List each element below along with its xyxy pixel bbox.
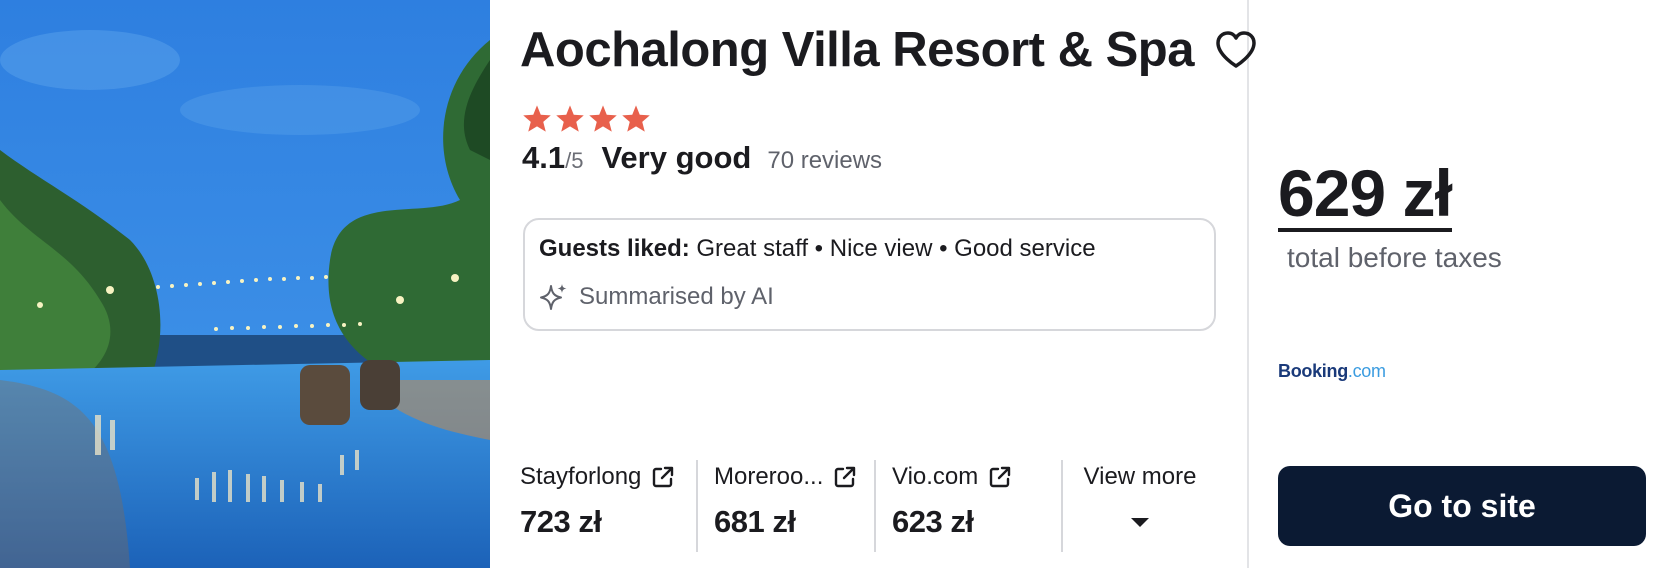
star-icon: [523, 105, 551, 132]
provider-name-row: Vio.com: [892, 460, 1045, 494]
star-icon: [556, 105, 584, 132]
booking-com-logo: Booking.com: [1278, 361, 1386, 382]
total-price-note: total before taxes: [1287, 242, 1502, 273]
go-to-site-button[interactable]: Go to site: [1278, 466, 1646, 546]
hotel-info: Aochalong Villa Resort & Spa 4.1 /5 Very…: [490, 0, 1256, 568]
guest-summary-box: Guests liked: Great staff • Nice view • …: [523, 218, 1216, 331]
provider-name-row: Moreroo...: [714, 460, 858, 494]
provider-name: Stayforlong: [520, 463, 642, 490]
external-link-icon: [653, 466, 674, 488]
external-link-icon: [835, 466, 856, 488]
provider-price: 623 zł: [892, 504, 974, 539]
star-icon: [589, 105, 617, 132]
caret-down-icon: [1131, 518, 1149, 527]
review-count-link[interactable]: 70 reviews: [767, 147, 882, 175]
logo-text-b: .com: [1347, 361, 1386, 381]
total-price[interactable]: 629 zł: [1278, 158, 1453, 232]
view-more-label: View more: [1083, 463, 1197, 490]
view-more-button[interactable]: View more: [1061, 460, 1201, 552]
logo-text-a: Booking: [1278, 361, 1348, 381]
provider-moreroom[interactable]: Moreroo... 681 zł: [696, 460, 874, 552]
guests-liked: Guests liked: Great staff • Nice view • …: [539, 235, 1096, 263]
rating-label: Very good: [601, 140, 752, 175]
provider-name: Vio.com: [892, 463, 979, 490]
provider-name: Moreroo...: [714, 463, 824, 490]
ai-summary-label: Summarised by AI: [579, 283, 774, 310]
review-score: 4.1: [522, 140, 566, 175]
title-row: Aochalong Villa Resort & Spa: [520, 22, 1258, 78]
hotel-photo-image: [0, 0, 490, 568]
rating-row: 4.1 /5 Very good 70 reviews: [522, 140, 882, 176]
provider-vio[interactable]: Vio.com 623 zł: [874, 460, 1061, 552]
price-panel: 629 zł total before taxes Booking.com Go…: [1251, 0, 1656, 568]
provider-price: 681 zł: [714, 504, 796, 539]
hotel-name[interactable]: Aochalong Villa Resort & Spa: [520, 22, 1194, 78]
provider-list: Stayforlong 723 zł Moreroo... 681 zł Vio…: [520, 460, 1201, 552]
sparkle-icon: [540, 284, 567, 310]
provider-stayforlong[interactable]: Stayforlong 723 zł: [520, 460, 696, 552]
review-score-max: /5: [565, 148, 584, 173]
provider-price: 723 zł: [520, 504, 602, 539]
guests-liked-text: Great staff • Nice view • Good service: [696, 235, 1096, 262]
external-link-icon: [990, 466, 1011, 488]
star-rating: [522, 104, 651, 133]
star-icon: [622, 105, 650, 132]
guests-liked-label: Guests liked:: [539, 235, 690, 262]
ai-summary-note: Summarised by AI: [539, 282, 774, 312]
provider-name-row: Stayforlong: [520, 460, 680, 494]
hotel-photo[interactable]: [0, 0, 490, 568]
